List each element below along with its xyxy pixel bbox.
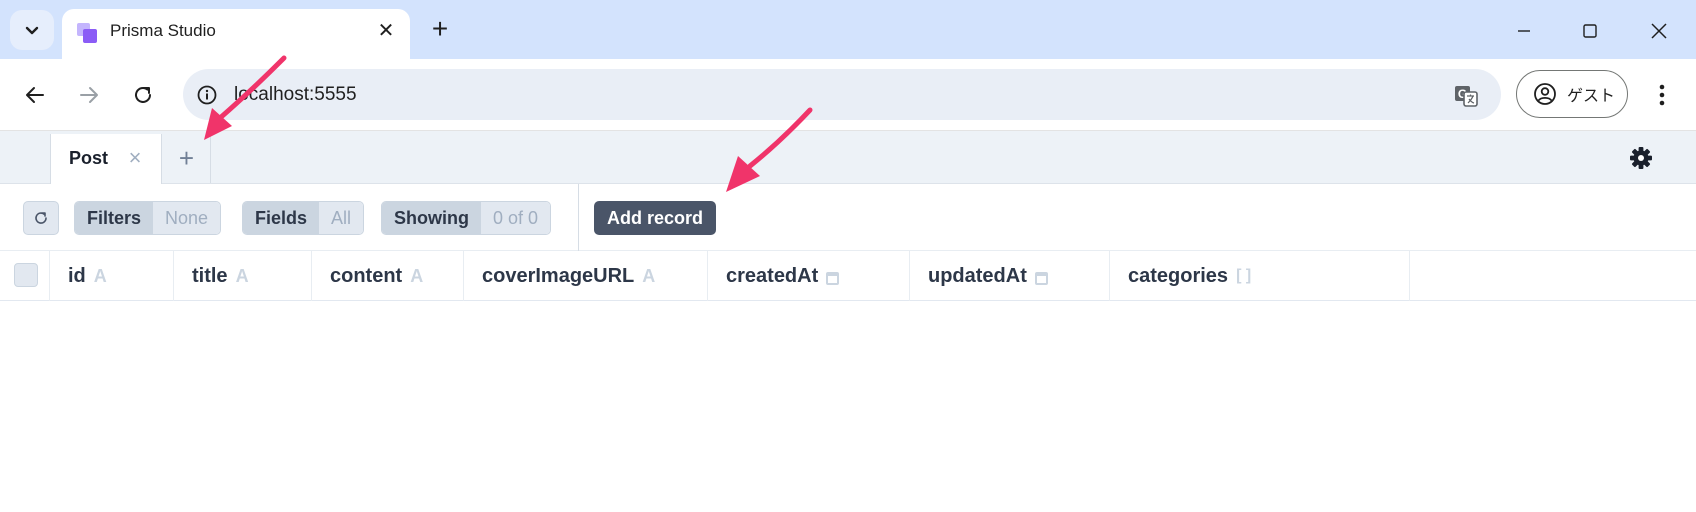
tab-search-button[interactable] (10, 10, 54, 50)
filters-value: None (153, 202, 221, 234)
filters-label: Filters (75, 202, 154, 234)
more-vert-icon (1659, 84, 1665, 106)
gear-icon[interactable] (1629, 146, 1653, 170)
browser-tab-title: Prisma Studio (110, 21, 216, 40)
reload-button[interactable] (124, 76, 162, 114)
showing-label: Showing (382, 202, 481, 234)
profile-label: ゲスト (1567, 88, 1616, 105)
forward-button[interactable] (70, 76, 108, 114)
column-name: categories (1128, 264, 1229, 287)
account-icon (1534, 83, 1556, 105)
minimize-icon (1518, 30, 1530, 32)
actionbar-divider (578, 184, 579, 251)
minimize-button[interactable] (1502, 14, 1546, 48)
date-type-icon (826, 271, 840, 285)
profile-button[interactable]: ゲスト (1516, 70, 1628, 118)
prisma-favicon-icon (77, 23, 97, 43)
filters-control[interactable]: Filters None (74, 201, 222, 235)
back-button[interactable] (16, 76, 54, 114)
showing-value: 0 of 0 (481, 202, 551, 234)
model-tab-close-icon[interactable]: × (124, 146, 146, 170)
string-type-icon: A (410, 265, 424, 286)
column-header-categories[interactable]: categories [ ] (1110, 251, 1410, 301)
chevron-down-icon (25, 26, 39, 35)
string-type-icon: A (93, 265, 107, 286)
column-name: id (68, 264, 86, 287)
column-name: updatedAt (928, 264, 1027, 287)
column-header-content[interactable]: content A (312, 251, 464, 301)
column-header-coverimageurl[interactable]: coverImageURL A (464, 251, 708, 301)
column-name: coverImageURL (482, 264, 635, 287)
close-icon (1651, 23, 1667, 39)
fields-label: Fields (243, 202, 320, 234)
info-icon[interactable] (196, 84, 218, 106)
model-tab-label: Post (69, 148, 109, 168)
fields-control[interactable]: Fields All (242, 201, 365, 235)
add-model-tab-button[interactable]: + (163, 134, 211, 183)
column-name: createdAt (726, 264, 819, 287)
column-header-title[interactable]: title A (174, 251, 312, 301)
new-tab-button[interactable]: + (424, 14, 456, 46)
string-type-icon: A (235, 265, 249, 286)
empty-table-body (0, 301, 1696, 512)
column-header-id[interactable]: id A (50, 251, 174, 301)
showing-control[interactable]: Showing 0 of 0 (381, 201, 552, 235)
url-text[interactable]: localhost:5555 (234, 83, 357, 107)
address-bar[interactable] (183, 69, 1501, 120)
arrow-right-icon (80, 87, 98, 103)
string-type-icon: A (642, 265, 656, 286)
select-all-checkbox[interactable] (14, 263, 38, 287)
browser-tab-close-icon[interactable]: ✕ (373, 18, 399, 44)
studio-tabbar (0, 131, 1696, 184)
date-type-icon (1034, 271, 1048, 285)
reload-icon (135, 86, 151, 103)
browser-menu-button[interactable] (1646, 78, 1678, 112)
arrow-left-icon (26, 87, 44, 103)
column-name: content (330, 264, 403, 287)
refresh-button[interactable] (23, 201, 59, 235)
maximize-icon (1583, 24, 1597, 38)
refresh-icon (35, 212, 47, 224)
column-header-updatedat[interactable]: updatedAt (910, 251, 1110, 301)
translate-icon[interactable]: G (1453, 83, 1479, 109)
maximize-button[interactable] (1568, 14, 1612, 48)
window-close-button[interactable] (1637, 14, 1681, 48)
list-type-icon: [ ] (1236, 267, 1252, 284)
column-header-createdat[interactable]: createdAt (708, 251, 910, 301)
column-name: title (192, 264, 228, 287)
add-record-button[interactable]: Add record (594, 201, 717, 235)
fields-value: All (319, 202, 364, 234)
